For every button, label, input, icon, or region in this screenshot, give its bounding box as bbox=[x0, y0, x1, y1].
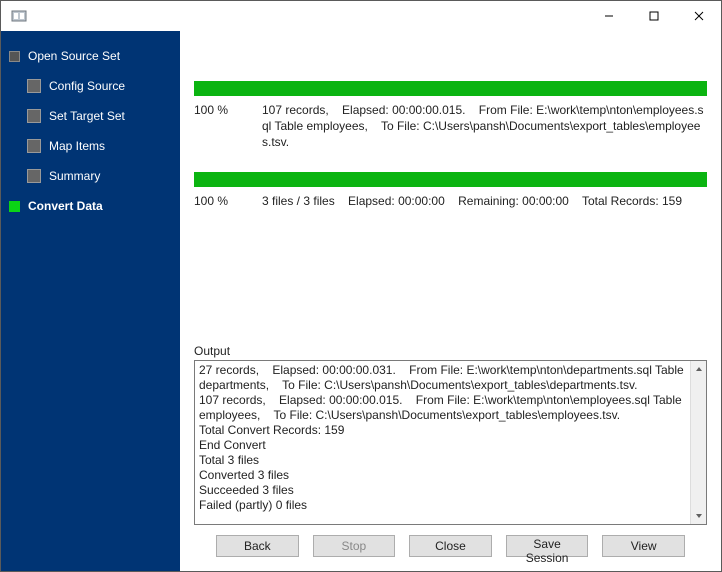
file-progress-percent: 100 % bbox=[194, 102, 262, 150]
total-progress-bar bbox=[194, 172, 707, 187]
step-label: Set Target Set bbox=[49, 109, 125, 123]
output-box bbox=[194, 360, 707, 525]
total-progress-percent: 100 % bbox=[194, 193, 262, 209]
wizard-sidebar: Open Source Set Config Source Set Target… bbox=[1, 31, 180, 571]
close-button[interactable]: Close bbox=[409, 535, 492, 557]
step-marker-icon bbox=[27, 79, 41, 93]
step-label: Summary bbox=[49, 169, 100, 183]
step-label: Map Items bbox=[49, 139, 105, 153]
close-window-button[interactable] bbox=[676, 2, 721, 30]
app-window: Open Source Set Config Source Set Target… bbox=[0, 0, 722, 572]
step-summary[interactable]: Summary bbox=[1, 161, 180, 191]
back-button[interactable]: Back bbox=[216, 535, 299, 557]
output-textarea[interactable] bbox=[195, 361, 690, 524]
step-marker-icon bbox=[27, 169, 41, 183]
step-convert-data[interactable]: Convert Data bbox=[1, 191, 180, 221]
step-marker-icon bbox=[9, 201, 20, 212]
total-progress-text: 3 files / 3 files Elapsed: 00:00:00 Rema… bbox=[262, 193, 707, 209]
view-button[interactable]: View bbox=[602, 535, 685, 557]
minimize-button[interactable] bbox=[586, 2, 631, 30]
step-map-items[interactable]: Map Items bbox=[1, 131, 180, 161]
app-icon bbox=[11, 8, 27, 24]
step-marker-icon bbox=[27, 139, 41, 153]
main-panel: 100 % 107 records, Elapsed: 00:00:00.015… bbox=[180, 31, 721, 571]
stop-button[interactable]: Stop bbox=[313, 535, 396, 557]
button-row: Back Stop Close Save Session View bbox=[194, 525, 707, 567]
window-controls bbox=[586, 2, 721, 30]
scroll-up-icon[interactable] bbox=[695, 361, 703, 377]
file-progress-text: 107 records, Elapsed: 00:00:00.015. From… bbox=[262, 102, 707, 150]
output-scrollbar[interactable] bbox=[690, 361, 706, 524]
step-set-target-set[interactable]: Set Target Set bbox=[1, 101, 180, 131]
titlebar bbox=[1, 1, 721, 31]
file-progress-bar bbox=[194, 81, 707, 96]
maximize-button[interactable] bbox=[631, 2, 676, 30]
step-label: Config Source bbox=[49, 79, 125, 93]
scroll-down-icon[interactable] bbox=[695, 508, 703, 524]
save-session-button[interactable]: Save Session bbox=[506, 535, 589, 557]
step-label: Open Source Set bbox=[28, 49, 120, 63]
step-config-source[interactable]: Config Source bbox=[1, 71, 180, 101]
step-open-source-set[interactable]: Open Source Set bbox=[1, 41, 180, 71]
total-progress-row: 100 % 3 files / 3 files Elapsed: 00:00:0… bbox=[194, 193, 707, 209]
step-marker-icon bbox=[9, 51, 20, 62]
file-progress-row: 100 % 107 records, Elapsed: 00:00:00.015… bbox=[194, 102, 707, 150]
step-marker-icon bbox=[27, 109, 41, 123]
output-label: Output bbox=[194, 344, 707, 358]
step-label: Convert Data bbox=[28, 199, 103, 213]
